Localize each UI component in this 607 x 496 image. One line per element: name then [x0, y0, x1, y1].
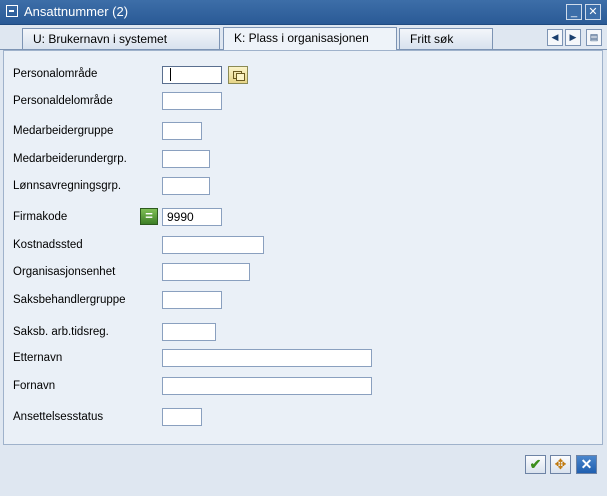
company-code-input[interactable]: 9990	[162, 208, 222, 226]
accept-checkmark-icon[interactable]: ✔	[525, 455, 546, 474]
tab-organisation[interactable]: K: Plass i organisasjonen	[223, 27, 397, 50]
window-title: Ansattnummer (2)	[24, 4, 129, 19]
org-unit-input[interactable]	[162, 263, 250, 281]
tab-free-search[interactable]: Fritt søk	[399, 28, 493, 49]
window-icon	[6, 5, 18, 17]
employment-status-input[interactable]	[162, 408, 202, 426]
label-payroll-area: Lønnsavregningsgrp.	[13, 180, 122, 192]
last-name-input[interactable]	[162, 349, 372, 367]
label-first-name: Fornavn	[13, 380, 56, 392]
label-personnel-subarea: Personaldelområde	[13, 95, 113, 107]
label-last-name: Etternavn	[13, 352, 63, 364]
personnel-area-input[interactable]	[162, 66, 222, 84]
label-employment-status: Ansettelsesstatus	[13, 411, 104, 423]
tab-list-icon[interactable]: ▤	[586, 29, 602, 46]
title-bar: Ansattnummer (2) _ ✕	[0, 0, 607, 25]
text-caret	[170, 68, 171, 81]
cancel-close-icon[interactable]: ✕	[576, 455, 597, 474]
label-employee-group: Medarbeidergruppe	[13, 125, 114, 137]
tab-scroll-left-icon[interactable]: ◀	[547, 29, 563, 46]
tab-scroll-right-icon[interactable]: ▶	[565, 29, 581, 46]
label-employee-subgroup: Medarbeiderundergrp.	[13, 153, 127, 165]
tab-username[interactable]: U: Brukernavn i systemet	[22, 28, 220, 49]
first-name-input[interactable]	[162, 377, 372, 395]
cost-center-input[interactable]	[162, 236, 264, 254]
employee-subgroup-input[interactable]	[162, 150, 210, 168]
minimize-button[interactable]: _	[566, 4, 582, 20]
time-recording-admin-input[interactable]	[162, 323, 216, 341]
label-time-recording-admin: Saksb. arb.tidsreg.	[13, 326, 109, 338]
possible-entries-button[interactable]	[228, 66, 248, 84]
personnel-subarea-input[interactable]	[162, 92, 222, 110]
label-company-code: Firmakode	[13, 211, 68, 223]
payroll-area-input[interactable]	[162, 177, 210, 195]
label-org-unit: Organisasjonsenhet	[13, 266, 116, 278]
tab-strip: U: Brukernavn i systemet K: Plass i orga…	[0, 25, 607, 50]
multiple-selection-icon[interactable]: ✥	[550, 455, 571, 474]
label-personnel-area: Personalområde	[13, 68, 98, 80]
equals-option-icon[interactable]: =	[140, 208, 158, 225]
label-cost-center: Kostnadssted	[13, 239, 83, 251]
employee-group-input[interactable]	[162, 122, 202, 140]
administrator-group-input[interactable]	[162, 291, 222, 309]
close-window-button[interactable]: ✕	[585, 4, 601, 20]
label-administrator-group: Saksbehandlergruppe	[13, 294, 126, 306]
